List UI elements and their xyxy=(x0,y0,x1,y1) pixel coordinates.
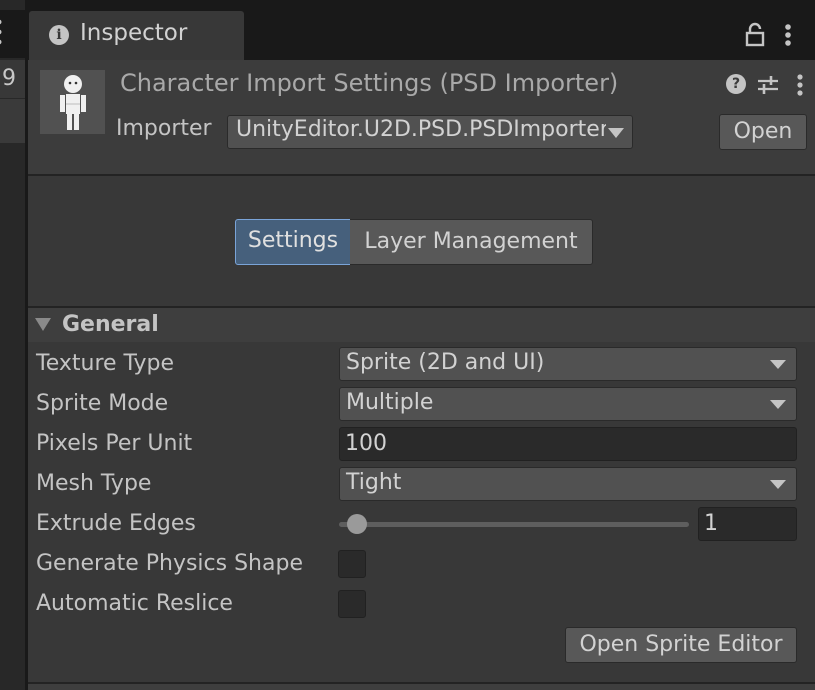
tab-title: Inspector xyxy=(80,20,188,46)
extrude-edges-slider-handle[interactable] xyxy=(347,514,367,534)
pixels-per-unit-value: 100 xyxy=(345,431,387,456)
left-panel-menu-icon[interactable] xyxy=(0,14,6,54)
mesh-type-label: Mesh Type xyxy=(36,471,152,496)
foldout-arrow-icon[interactable] xyxy=(35,318,51,331)
texture-type-label: Texture Type xyxy=(36,351,175,376)
left-panel-row-selected[interactable] xyxy=(0,99,25,143)
importer-value: UnityEditor.U2D.PSD.PSDImporter xyxy=(236,117,606,142)
left-panel-row[interactable]: 9 xyxy=(0,60,25,98)
extrude-edges-value: 1 xyxy=(704,511,718,536)
dropdown-arrow-icon xyxy=(608,128,624,138)
importer-label: Importer xyxy=(116,116,212,141)
dropdown-arrow-icon xyxy=(770,400,786,409)
help-icon[interactable]: ? xyxy=(726,74,746,94)
pixels-per-unit-input[interactable] xyxy=(339,427,797,461)
divider xyxy=(28,174,815,176)
dropdown-arrow-icon xyxy=(770,480,786,489)
layer-management-toggle-button[interactable]: Layer Management xyxy=(350,219,593,265)
extrude-edges-label: Extrude Edges xyxy=(36,511,196,536)
dropdown-arrow-icon xyxy=(770,360,786,369)
generate-physics-shape-label: Generate Physics Shape xyxy=(36,551,303,576)
pixels-per-unit-label: Pixels Per Unit xyxy=(36,431,193,456)
mesh-type-value: Tight xyxy=(346,470,402,495)
general-section-title: General xyxy=(62,312,159,337)
next-section-foldout[interactable] xyxy=(28,684,815,690)
info-icon: i xyxy=(49,25,69,45)
sprite-mode-value: Multiple xyxy=(346,390,434,415)
settings-toggle-button[interactable]: Settings xyxy=(235,219,351,265)
asset-title: Character Import Settings (PSD Importer) xyxy=(120,69,619,97)
generate-physics-shape-checkbox[interactable] xyxy=(338,550,366,578)
preset-icon[interactable] xyxy=(755,72,781,98)
open-sprite-editor-button[interactable]: Open Sprite Editor xyxy=(565,627,797,663)
kebab-menu-icon[interactable] xyxy=(780,18,796,52)
texture-type-value: Sprite (2D and UI) xyxy=(346,350,545,375)
automatic-reslice-checkbox[interactable] xyxy=(338,590,366,618)
lock-icon[interactable] xyxy=(742,22,768,48)
sprite-mode-label: Sprite Mode xyxy=(36,391,169,416)
kebab-menu-icon[interactable] xyxy=(793,70,807,100)
automatic-reslice-label: Automatic Reslice xyxy=(36,591,233,616)
open-button[interactable]: Open xyxy=(719,114,807,150)
asset-thumbnail xyxy=(40,70,105,134)
extrude-edges-slider-track[interactable] xyxy=(339,522,689,527)
mesh-type-dropdown[interactable] xyxy=(339,467,797,501)
